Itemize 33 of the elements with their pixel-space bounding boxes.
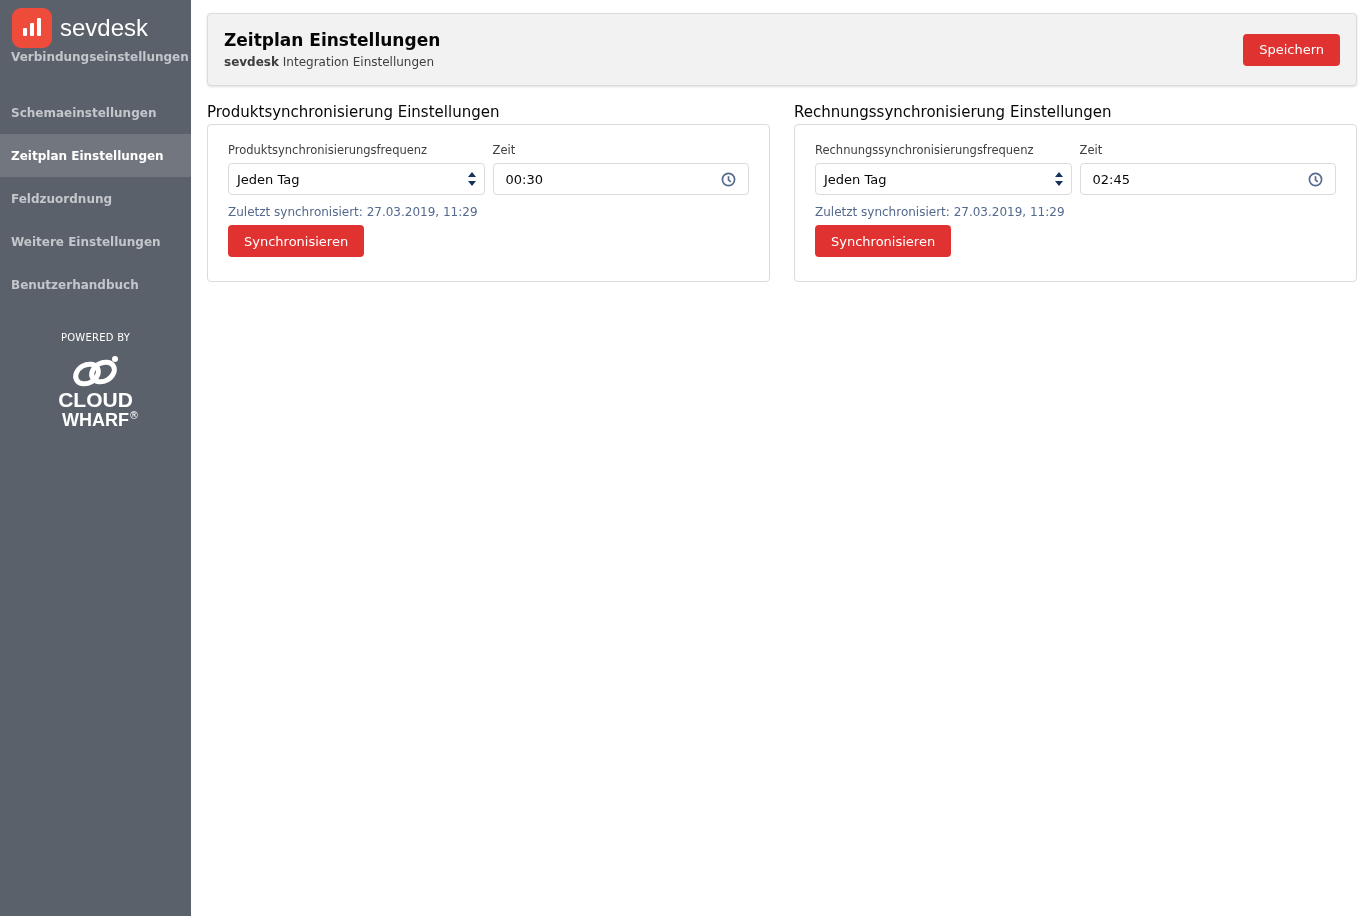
registered-mark: ®	[129, 410, 139, 421]
last-synced-text: Zuletzt synchronisiert: 27.03.2019, 11:29	[228, 204, 479, 222]
brand-name: sevdesk	[60, 13, 149, 43]
section-title: Produktsynchronisierung Einstellungen	[207, 102, 501, 122]
nav-item[interactable]: Feldzuordnung	[0, 177, 191, 220]
field-label: Rechnungssynchronisierungsfrequenz	[815, 142, 1035, 159]
nav-item[interactable]: Schemaeinstellungen	[0, 91, 191, 134]
clock-icon	[721, 171, 736, 187]
frequency-select[interactable]: Jeden Tag	[815, 163, 1072, 196]
clock-icon	[1308, 171, 1323, 187]
partner-logo-text: CLOUD	[58, 389, 133, 410]
frequency-select[interactable]: Jeden Tag	[228, 163, 485, 196]
bar-chart-icon	[12, 8, 52, 48]
up-down-caret-icon	[1054, 172, 1063, 187]
save-button[interactable]: Speichern	[1243, 33, 1340, 66]
time-input[interactable]: 00:30	[492, 163, 749, 196]
page-title: Zeitplan Einstellungen	[224, 28, 441, 52]
last-synced-text: Zuletzt synchronisiert: 27.03.2019, 11:29	[815, 204, 1066, 222]
nav-item[interactable]: Benutzerhandbuch	[0, 263, 191, 306]
page-subtitle: sevdesk Integration Einstellungen	[224, 54, 436, 72]
field-label: Zeit	[492, 142, 517, 159]
field-label: Zeit	[1079, 142, 1104, 159]
section-title: Rechnungssynchronisierung Einstellungen	[794, 102, 1113, 122]
powered-by-label: POWERED BY	[60, 331, 131, 345]
sync-button[interactable]: Synchronisieren	[228, 225, 365, 258]
up-down-caret-icon	[467, 172, 476, 187]
sync-button[interactable]: Synchronisieren	[815, 225, 952, 258]
time-input[interactable]: 02:45	[1079, 163, 1336, 196]
field-label: Produktsynchronisierungsfrequenz	[228, 142, 429, 159]
nav-item[interactable]: Verbindungseinstellungen	[0, 48, 191, 91]
nav-item[interactable]: Zeitplan Einstellungen	[0, 134, 191, 177]
partner-logo-text: WHARF	[62, 410, 129, 430]
nav-item[interactable]: Weitere Einstellungen	[0, 220, 191, 263]
